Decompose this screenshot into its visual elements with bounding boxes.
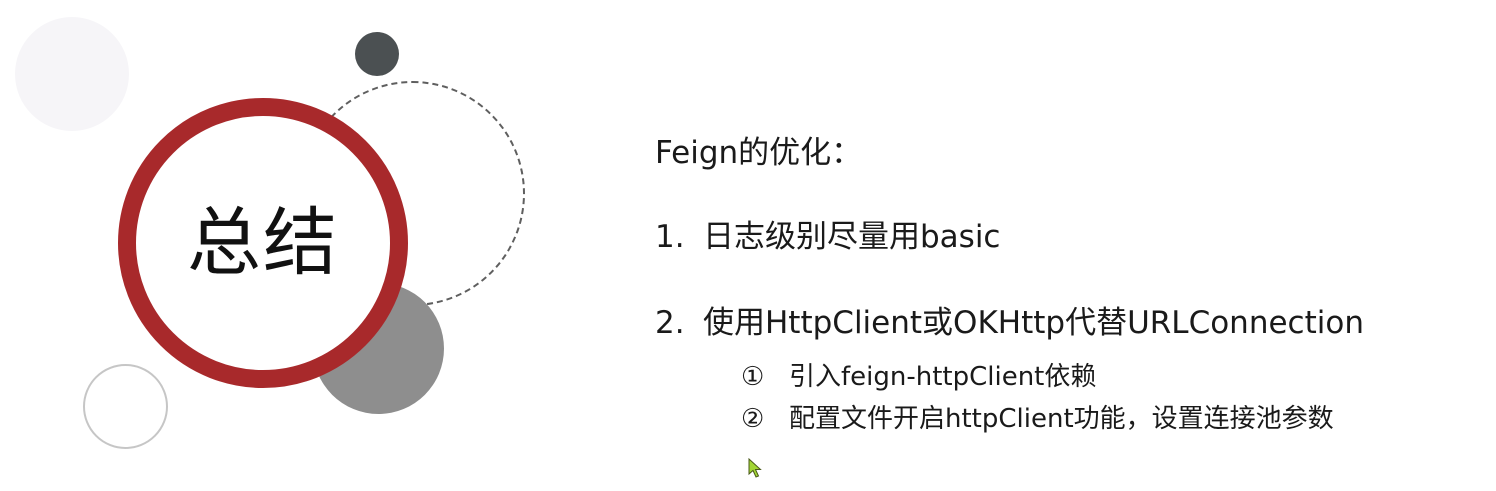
sub-item-1: ① 引入feign-httpClient依赖 — [741, 364, 1096, 390]
sub-item-text: 引入feign-httpClient依赖 — [789, 362, 1097, 392]
list-item-1: 1. 日志级别尽量用basic — [655, 222, 1000, 253]
decor-circle-light — [15, 17, 129, 131]
sub-item-marker: ① — [741, 362, 765, 392]
sub-item-2: ② 配置文件开启httpClient功能，设置连接池参数 — [741, 406, 1334, 432]
list-item-number: 2. — [655, 305, 685, 341]
title-ring: 总结 — [118, 98, 408, 388]
sub-item-text: 配置文件开启httpClient功能，设置连接池参数 — [789, 404, 1334, 434]
list-item-2: 2. 使用HttpClient或OKHttp代替URLConnection — [655, 308, 1364, 339]
optimization-heading: Feign的优化： — [655, 135, 863, 171]
list-item-text: 使用HttpClient或OKHttp代替URLConnection — [703, 305, 1364, 341]
list-item-text: 日志级别尽量用basic — [703, 219, 1001, 255]
list-item-number: 1. — [655, 219, 685, 255]
decor-circle-dark-dot — [355, 32, 399, 76]
sub-item-marker: ② — [741, 404, 765, 434]
summary-title: 总结 — [187, 200, 339, 286]
decor-circle-outline — [83, 364, 168, 449]
mouse-pointer-icon — [748, 458, 762, 478]
